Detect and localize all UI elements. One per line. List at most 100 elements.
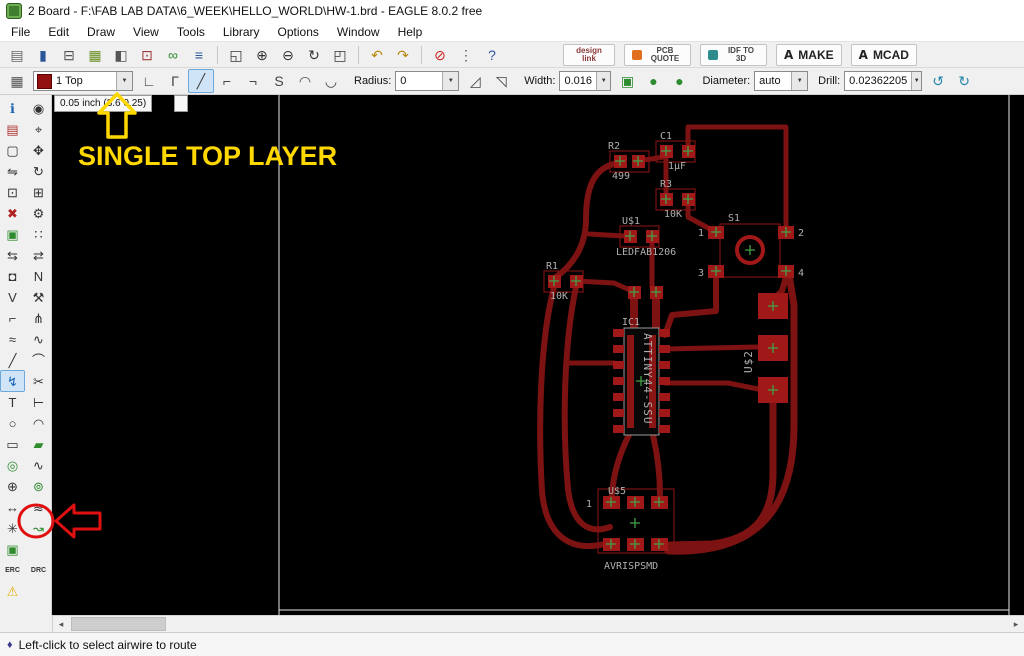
- undo-icon[interactable]: ↶: [364, 43, 390, 67]
- pcb-canvas[interactable]: 0.05 inch (3.6 0.25) R2 499 C1 1µF R3 10…: [52, 95, 1024, 615]
- bend-90-down-icon[interactable]: ¬: [240, 69, 266, 93]
- ratsnest-icon[interactable]: ✳: [0, 517, 25, 539]
- design-link-button[interactable]: design link: [563, 43, 615, 66]
- group-icon[interactable]: ▢: [0, 139, 25, 161]
- menu-edit[interactable]: Edit: [39, 23, 78, 41]
- zoom-in-icon[interactable]: ⊕: [249, 43, 275, 67]
- drc-button[interactable]: DRC: [26, 559, 51, 581]
- scroll-left-button[interactable]: ◂: [53, 616, 69, 632]
- hole-icon[interactable]: ⊕: [0, 475, 25, 497]
- route-airwire-icon[interactable]: ↝: [26, 517, 51, 539]
- width-icon[interactable]: ↔: [0, 496, 25, 518]
- menu-library[interactable]: Library: [214, 23, 269, 41]
- via-icon[interactable]: ◎: [0, 454, 25, 476]
- bend-90-up-icon[interactable]: ∟: [136, 69, 162, 93]
- circle-icon[interactable]: ○: [0, 412, 25, 434]
- errors-icon[interactable]: ⚠: [0, 580, 25, 602]
- miter-straight-icon[interactable]: ◹: [488, 69, 514, 93]
- gateswap-icon[interactable]: ⇄: [26, 244, 51, 266]
- export-image-icon[interactable]: ▦: [82, 43, 108, 67]
- layer-select-arrow[interactable]: ▼: [116, 72, 132, 90]
- width-select[interactable]: 0.016 ▼: [559, 71, 612, 91]
- route-icon[interactable]: ↯: [0, 370, 25, 392]
- zoom-select-icon[interactable]: ◰: [327, 43, 353, 67]
- change-icon[interactable]: ⚙: [26, 202, 51, 224]
- drill-select-arrow[interactable]: ▼: [911, 72, 922, 90]
- bend-s-icon[interactable]: S: [266, 69, 292, 93]
- rect-icon[interactable]: ▭: [0, 433, 25, 455]
- component-u1[interactable]: U$1 LEDFAB1206: [616, 216, 676, 258]
- wire-icon[interactable]: ╱: [0, 349, 25, 371]
- smash-icon[interactable]: ⚒: [26, 286, 51, 308]
- scroll-right-button[interactable]: ▸: [1008, 616, 1024, 632]
- layer-settings-icon[interactable]: ≡: [186, 43, 212, 67]
- make-button[interactable]: A MAKE: [776, 43, 842, 66]
- bend-arc-up-icon[interactable]: ◠: [292, 69, 318, 93]
- scrollbar-thumb[interactable]: [71, 617, 166, 631]
- mark-icon[interactable]: ⌖: [26, 118, 51, 140]
- rotate-icon[interactable]: ↻: [26, 160, 51, 182]
- zoom-fit-icon[interactable]: ◱: [223, 43, 249, 67]
- mirror-icon[interactable]: ⇋: [0, 160, 25, 182]
- mcad-button[interactable]: A MCAD: [850, 43, 917, 66]
- pcb-quote-button[interactable]: PCB QUOTE: [624, 43, 691, 66]
- save-icon[interactable]: ▮: [30, 43, 56, 67]
- replace-icon[interactable]: ▣: [0, 223, 25, 245]
- follow-me-alt-icon[interactable]: ●: [666, 69, 692, 93]
- erc-button[interactable]: ERC: [0, 559, 25, 581]
- run-script-icon[interactable]: ⋮: [453, 43, 479, 67]
- pad-icon[interactable]: ⊚: [26, 475, 51, 497]
- autorouter-icon[interactable]: ▣: [0, 538, 25, 560]
- cam-icon[interactable]: ◧: [108, 43, 134, 67]
- menu-draw[interactable]: Draw: [78, 23, 124, 41]
- open-icon[interactable]: ▤: [4, 43, 30, 67]
- show-icon[interactable]: ◉: [26, 97, 51, 119]
- zoom-redraw-icon[interactable]: ↻: [301, 43, 327, 67]
- bend-45-down-icon[interactable]: ⌐: [214, 69, 240, 93]
- print-icon[interactable]: ⊟: [56, 43, 82, 67]
- bend-45-up-icon[interactable]: Γ: [162, 69, 188, 93]
- display-layers-icon[interactable]: ▤: [0, 118, 25, 140]
- menu-tools[interactable]: Tools: [168, 23, 214, 41]
- ripup-icon[interactable]: ✂: [26, 370, 51, 392]
- help-icon[interactable]: ?: [479, 43, 505, 67]
- diameter-select-arrow[interactable]: ▼: [791, 72, 808, 90]
- meander-icon[interactable]: ∿: [26, 328, 51, 350]
- miter-icon[interactable]: ⌐: [0, 307, 25, 329]
- menu-file[interactable]: File: [2, 23, 39, 41]
- bend-arc-down-icon[interactable]: ◡: [318, 69, 344, 93]
- split-icon[interactable]: ⋔: [26, 307, 51, 329]
- array-icon[interactable]: ∷: [26, 223, 51, 245]
- copy-icon[interactable]: ⊡: [0, 181, 25, 203]
- radius-select-arrow[interactable]: ▼: [442, 72, 459, 90]
- copper-traces[interactable]: [537, 124, 798, 555]
- info-icon[interactable]: ℹ: [0, 97, 25, 119]
- move-icon[interactable]: ✥: [26, 139, 51, 161]
- loop-right-icon[interactable]: ↻: [951, 69, 977, 93]
- curve-icon[interactable]: ⌒: [26, 349, 51, 371]
- layer-select[interactable]: 1 Top ▼: [33, 71, 133, 91]
- delete-icon[interactable]: ✖: [0, 202, 25, 224]
- menu-options[interactable]: Options: [269, 23, 328, 41]
- redo-icon[interactable]: ↷: [390, 43, 416, 67]
- lock-icon[interactable]: ◘: [0, 265, 25, 287]
- name-icon[interactable]: N: [26, 265, 51, 287]
- menu-window[interactable]: Window: [328, 23, 389, 41]
- arc-icon[interactable]: ◠: [26, 412, 51, 434]
- text-icon[interactable]: T: [0, 391, 25, 413]
- design-link-icon[interactable]: ∞: [160, 43, 186, 67]
- idf-to-3d-button[interactable]: IDF TO 3D: [700, 43, 767, 66]
- dimension-icon[interactable]: ⊢: [26, 391, 51, 413]
- grid-icon[interactable]: ▦: [4, 69, 30, 93]
- signal-icon[interactable]: ∿: [26, 454, 51, 476]
- follow-me-icon[interactable]: ●: [640, 69, 666, 93]
- pinswap-icon[interactable]: ⇆: [0, 244, 25, 266]
- ratsnest-prep-icon[interactable]: ≋: [26, 496, 51, 518]
- polygon-icon[interactable]: ▰: [26, 433, 51, 455]
- loop-left-icon[interactable]: ↺: [925, 69, 951, 93]
- width-select-arrow[interactable]: ▼: [596, 72, 611, 90]
- drill-select[interactable]: 0.02362205 ▼: [844, 71, 923, 91]
- diameter-select[interactable]: auto ▼: [754, 71, 809, 91]
- bend-diagonal-icon[interactable]: ╱: [188, 69, 214, 93]
- radius-select[interactable]: 0 ▼: [395, 71, 460, 91]
